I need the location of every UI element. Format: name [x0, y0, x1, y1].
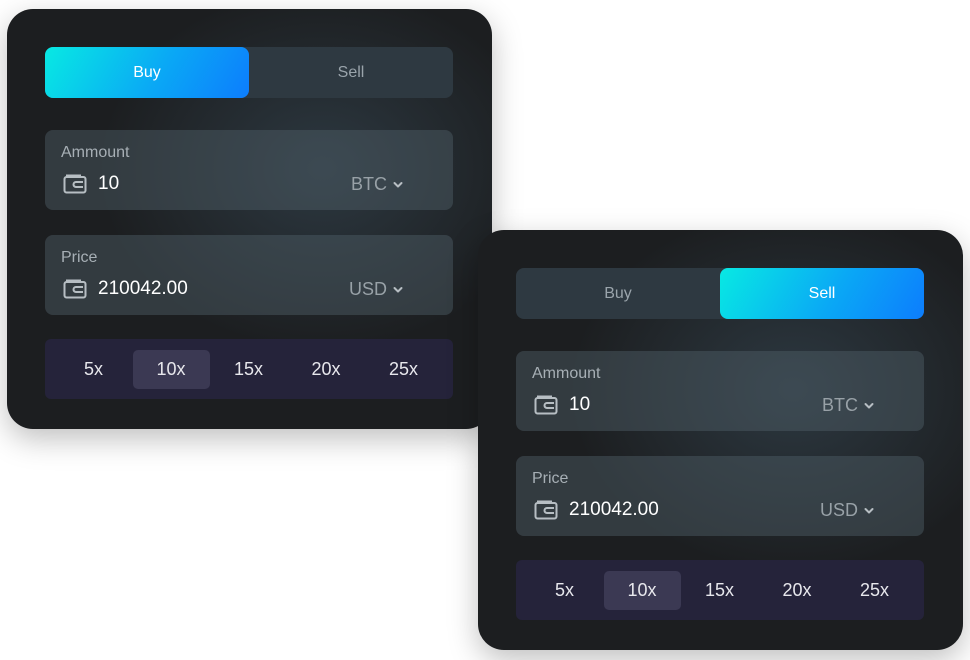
wallet-icon: [63, 279, 87, 299]
amount-field[interactable]: Ammount 10 BTC: [516, 351, 924, 431]
tab-sell[interactable]: Sell: [249, 47, 453, 98]
tab-buy[interactable]: Buy: [516, 268, 720, 319]
amount-input[interactable]: 10: [98, 173, 119, 195]
price-label: Price: [61, 249, 98, 266]
wallet-icon: [63, 174, 87, 194]
amount-currency-select[interactable]: BTC: [351, 174, 403, 195]
price-currency-label: USD: [348, 279, 387, 299]
price-field[interactable]: Price 210042.00 USD: [516, 456, 924, 536]
chevron-down-icon: [393, 286, 403, 292]
chevron-down-icon: [393, 181, 403, 187]
leverage-option-15x[interactable]: 15x: [681, 571, 758, 610]
leverage-option-5x[interactable]: 5x: [526, 571, 603, 610]
leverage-option-25x[interactable]: 25x: [365, 350, 442, 389]
buy-sell-toggle: Buy Sell: [45, 47, 453, 98]
leverage-option-20x[interactable]: 20x: [288, 350, 365, 389]
wallet-icon: [534, 395, 558, 415]
chevron-down-icon: [864, 507, 874, 513]
amount-label: Ammount: [61, 144, 130, 161]
amount-currency-select[interactable]: BTC: [822, 395, 874, 416]
leverage-option-10x[interactable]: 10x: [603, 570, 681, 610]
leverage-selector: 5x 10x 15x 20x 25x: [516, 560, 924, 620]
buy-sell-toggle: Buy Sell: [516, 268, 924, 319]
leverage-option-15x[interactable]: 15x: [210, 350, 287, 389]
trade-card-sell: Buy Sell Ammount 10 BTC Price 210042.00 …: [478, 230, 963, 650]
chevron-down-icon: [864, 402, 874, 408]
amount-currency-label: BTC: [351, 174, 387, 194]
price-input[interactable]: 210042.00: [569, 499, 659, 521]
leverage-option-20x[interactable]: 20x: [759, 571, 836, 610]
wallet-icon: [534, 500, 558, 520]
price-field[interactable]: Price 210042.00 USD: [45, 235, 453, 315]
amount-input[interactable]: 10: [569, 394, 590, 416]
amount-field[interactable]: Ammount 10 BTC: [45, 130, 453, 210]
price-currency-select[interactable]: USD: [820, 500, 874, 521]
amount-currency-label: BTC: [822, 395, 858, 415]
tab-sell[interactable]: Sell: [720, 268, 924, 319]
leverage-option-25x[interactable]: 25x: [836, 571, 913, 610]
leverage-option-10x[interactable]: 10x: [132, 349, 210, 389]
amount-label: Ammount: [532, 365, 601, 382]
price-input[interactable]: 210042.00: [98, 278, 188, 300]
trade-card-buy: Buy Sell Ammount 10 BTC Price 210042.00 …: [7, 9, 492, 429]
price-label: Price: [532, 470, 569, 487]
price-currency-select[interactable]: USD: [349, 279, 403, 300]
leverage-selector: 5x 10x 15x 20x 25x: [45, 339, 453, 399]
tab-buy[interactable]: Buy: [45, 47, 249, 98]
price-currency-label: USD: [819, 500, 858, 520]
leverage-option-5x[interactable]: 5x: [55, 350, 132, 389]
